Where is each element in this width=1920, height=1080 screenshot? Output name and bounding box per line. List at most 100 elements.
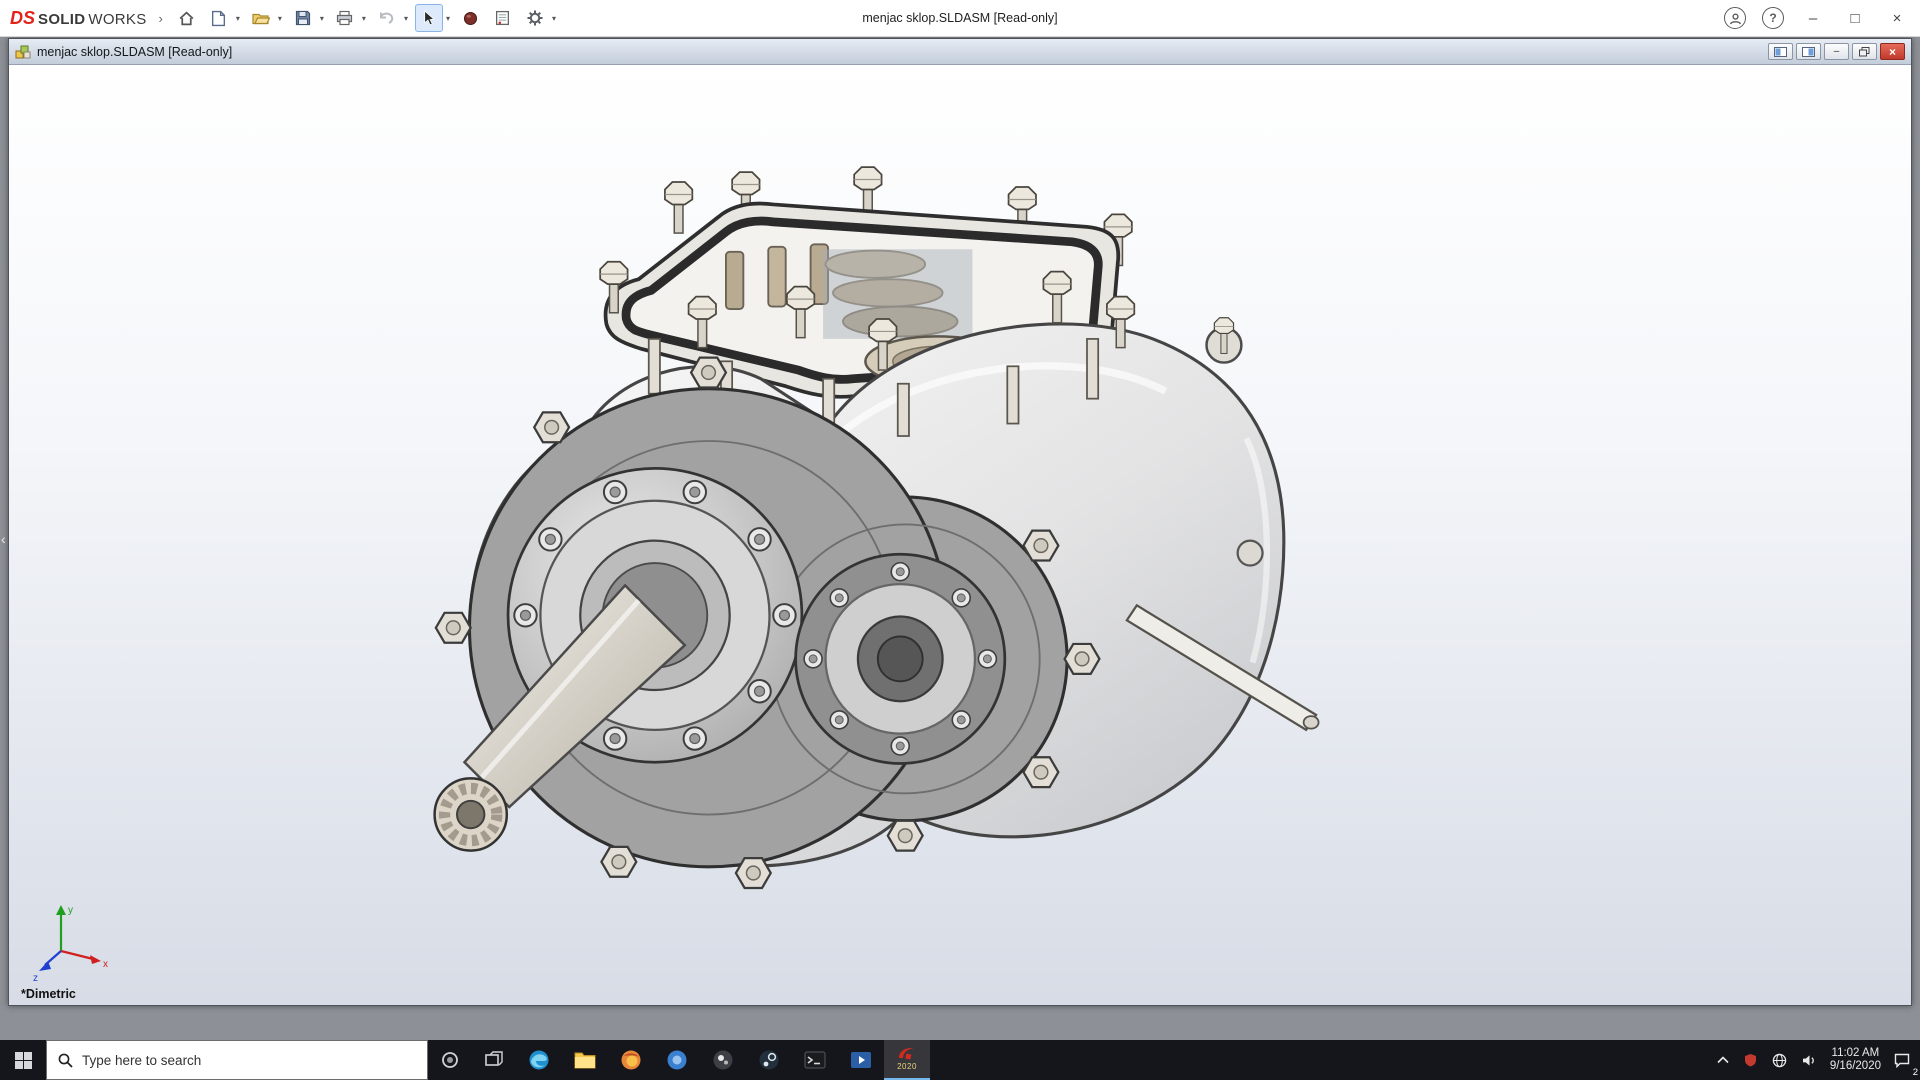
appearance-button[interactable] bbox=[457, 4, 485, 32]
options-caret[interactable]: ▾ bbox=[549, 14, 559, 23]
taskbar-clock[interactable]: 11:02 AM 9/16/2020 bbox=[1830, 1047, 1881, 1074]
movies-icon bbox=[851, 1052, 871, 1068]
doc-close-icon: × bbox=[1888, 44, 1896, 59]
app-minimize-button[interactable]: – bbox=[1800, 10, 1826, 27]
undo-caret[interactable]: ▾ bbox=[401, 14, 411, 23]
app-titlebar: DS SOLID WORKS › ▾ ▾ ▾ ▾ ▾ ▾ ▾ menjac sk… bbox=[0, 0, 1920, 37]
view-orientation-label: *Dimetric bbox=[21, 987, 76, 1001]
menu-flyout-arrow[interactable]: › bbox=[159, 11, 163, 26]
solidworks-icon bbox=[899, 1047, 914, 1060]
speaker-icon bbox=[1802, 1054, 1814, 1066]
account-button[interactable] bbox=[1724, 7, 1746, 29]
taskbar-app-file-explorer[interactable] bbox=[562, 1040, 608, 1080]
select-tool-button[interactable] bbox=[414, 4, 443, 32]
new-document-button[interactable] bbox=[205, 4, 233, 32]
doc-minimize-icon: – bbox=[1833, 46, 1840, 57]
solidworks-year-label: 2020 bbox=[897, 1062, 917, 1071]
taskbar-app-photos[interactable] bbox=[700, 1040, 746, 1080]
triad-x-label: x bbox=[103, 959, 108, 970]
triad-y-label: y bbox=[68, 905, 73, 916]
windows-logo-icon bbox=[14, 1051, 32, 1069]
help-button[interactable]: ? bbox=[1762, 7, 1784, 29]
console-icon bbox=[804, 1051, 826, 1069]
taskbar-app-movies[interactable] bbox=[838, 1040, 884, 1080]
steam-icon bbox=[759, 1050, 779, 1070]
undo-button[interactable] bbox=[373, 4, 401, 32]
taskbar-app-solidworks[interactable]: 2020 bbox=[884, 1040, 930, 1080]
print-caret[interactable]: ▾ bbox=[359, 14, 369, 23]
home-button[interactable] bbox=[173, 4, 201, 32]
app-client-area: ‹ menjac sklop.SLDASM [Read-only] – × y … bbox=[0, 37, 1920, 1040]
select-cursor-icon bbox=[424, 10, 435, 26]
notification-badge: 2 bbox=[1912, 1067, 1918, 1078]
options-button[interactable] bbox=[521, 4, 549, 32]
restore-icon bbox=[1859, 46, 1870, 56]
app-close-button[interactable]: × bbox=[1884, 10, 1910, 27]
taskbar-app-steam[interactable] bbox=[746, 1040, 792, 1080]
new-document-caret[interactable]: ▾ bbox=[233, 14, 243, 23]
taskbar-app-console[interactable] bbox=[792, 1040, 838, 1080]
quick-access-toolbar: ▾ ▾ ▾ ▾ ▾ ▾ ▾ bbox=[173, 4, 562, 32]
tray-network-button[interactable] bbox=[1770, 1040, 1789, 1080]
doc-minimize-button[interactable]: – bbox=[1824, 43, 1849, 60]
chevron-up-icon bbox=[1717, 1056, 1729, 1064]
doc-dock-right-button[interactable] bbox=[1796, 43, 1821, 60]
search-icon bbox=[58, 1053, 73, 1068]
graphics-viewport[interactable]: y x z *Dimetric bbox=[9, 65, 1911, 1005]
action-center-icon bbox=[1894, 1053, 1910, 1068]
taskbar-app-edge[interactable] bbox=[516, 1040, 562, 1080]
print-button[interactable] bbox=[331, 4, 359, 32]
search-input[interactable] bbox=[82, 1052, 416, 1068]
start-button[interactable] bbox=[0, 1040, 46, 1080]
save-icon bbox=[295, 10, 311, 26]
doc-dock-left-button[interactable] bbox=[1768, 43, 1793, 60]
shield-icon bbox=[1744, 1054, 1756, 1067]
gearbox-assembly-model[interactable] bbox=[9, 65, 1911, 1005]
print-icon bbox=[337, 10, 353, 26]
select-tool-caret[interactable]: ▾ bbox=[443, 14, 453, 23]
undo-icon bbox=[380, 12, 394, 24]
appearance-sphere-icon bbox=[464, 11, 478, 25]
assembly-document-icon bbox=[15, 45, 31, 58]
doc-close-button[interactable]: × bbox=[1880, 43, 1905, 60]
open-button[interactable] bbox=[247, 4, 275, 32]
sheet-button[interactable] bbox=[489, 4, 517, 32]
dock-left-icon bbox=[1774, 46, 1787, 57]
windows-taskbar: 2020 11:02 AM bbox=[0, 1040, 1920, 1080]
tray-antivirus-button[interactable] bbox=[1742, 1040, 1759, 1080]
clock-time: 11:02 AM bbox=[1831, 1046, 1880, 1059]
logo-wordmark-bold: SOLID bbox=[38, 10, 86, 28]
hidden-icons-button[interactable] bbox=[1715, 1040, 1731, 1080]
document-title: menjac sklop.SLDASM [Read-only] bbox=[37, 44, 233, 59]
firefox-icon bbox=[621, 1050, 641, 1070]
action-center-button[interactable]: 2 bbox=[1892, 1040, 1918, 1080]
triad-z-label: z bbox=[33, 973, 38, 983]
file-explorer-icon bbox=[574, 1052, 596, 1069]
tray-volume-button[interactable] bbox=[1800, 1040, 1819, 1080]
featuremanager-collapse-arrow[interactable]: ‹ bbox=[1, 531, 6, 547]
cortana-button[interactable] bbox=[428, 1040, 472, 1080]
doc-restore-button[interactable] bbox=[1852, 43, 1877, 60]
person-icon bbox=[1729, 13, 1741, 24]
task-view-button[interactable] bbox=[472, 1040, 516, 1080]
system-tray: 11:02 AM 9/16/2020 2 bbox=[1709, 1040, 1920, 1080]
document-window: menjac sklop.SLDASM [Read-only] – × y x … bbox=[8, 38, 1912, 1006]
edge-icon bbox=[529, 1050, 549, 1070]
home-icon bbox=[179, 11, 194, 25]
dassault-logo-mark: DS bbox=[10, 7, 36, 28]
save-caret[interactable]: ▾ bbox=[317, 14, 327, 23]
network-globe-icon bbox=[1772, 1053, 1787, 1067]
taskbar-search[interactable] bbox=[46, 1040, 428, 1080]
help-icon: ? bbox=[1769, 11, 1777, 25]
app-title: menjac sklop.SLDASM [Read-only] bbox=[862, 11, 1058, 25]
orientation-triad[interactable]: y x z bbox=[31, 897, 115, 983]
taskbar-app-chrome[interactable] bbox=[654, 1040, 700, 1080]
photos-icon bbox=[713, 1050, 733, 1070]
cortana-icon bbox=[442, 1052, 458, 1068]
chrome-icon bbox=[667, 1050, 687, 1070]
open-caret[interactable]: ▾ bbox=[275, 14, 285, 23]
taskbar-app-firefox[interactable] bbox=[608, 1040, 654, 1080]
app-maximize-button[interactable]: □ bbox=[1842, 10, 1868, 27]
open-folder-icon bbox=[252, 13, 270, 25]
save-button[interactable] bbox=[289, 4, 317, 32]
